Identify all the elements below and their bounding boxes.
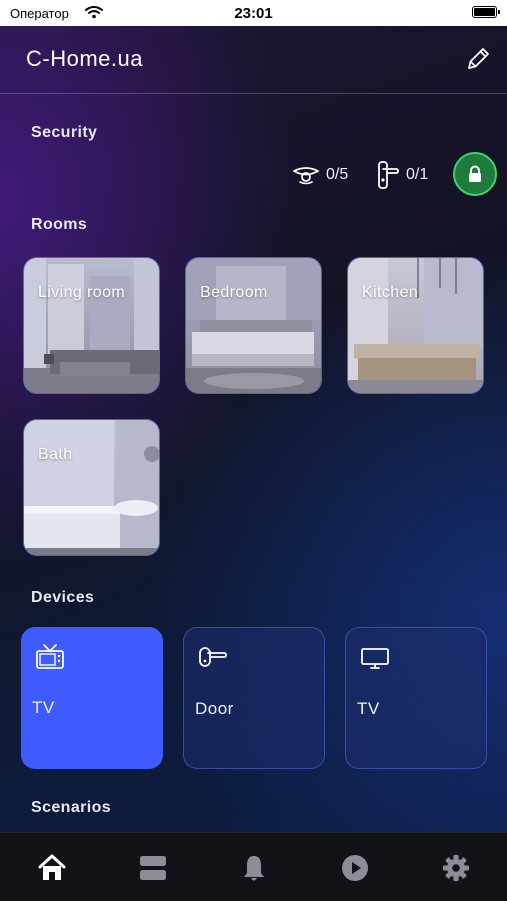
- tab-scenarios[interactable]: [338, 851, 372, 885]
- device-card-tv-2[interactable]: TV: [345, 627, 487, 769]
- security-section-title: Security: [31, 124, 98, 141]
- room-photo: [24, 420, 159, 555]
- tab-notifications[interactable]: [237, 851, 271, 885]
- clock: 23:01: [234, 5, 273, 22]
- room-photo: [24, 258, 159, 393]
- door-handle-icon: [199, 647, 227, 667]
- motion-sensor-icon: [293, 167, 319, 185]
- tab-settings[interactable]: [439, 851, 473, 885]
- app-title: C-Home.ua: [26, 46, 143, 71]
- scenarios-section-title: Scenarios: [31, 799, 112, 816]
- edit-button[interactable]: [463, 44, 493, 74]
- room-photo: [348, 258, 483, 393]
- devices-section-title: Devices: [31, 589, 95, 606]
- room-card-kitchen[interactable]: Kitchen: [347, 257, 484, 394]
- monitor-icon: [361, 648, 389, 669]
- locks-count: 0/1: [406, 166, 429, 183]
- app-header: C-Home.ua: [0, 26, 507, 94]
- room-photo: [186, 258, 321, 393]
- room-label: Bedroom: [200, 284, 268, 301]
- lock-icon: [469, 165, 481, 182]
- home-icon: [38, 854, 66, 880]
- status-bar: Оператор 23:01: [0, 0, 507, 26]
- bell-icon: [244, 856, 264, 881]
- tab-bar: [0, 832, 507, 901]
- security-lock-toggle[interactable]: [453, 152, 497, 196]
- security-locks[interactable]: 0/1: [376, 160, 428, 190]
- battery-icon: [472, 6, 500, 18]
- pencil-icon: [468, 48, 489, 69]
- gear-icon: [443, 855, 469, 881]
- tab-rooms[interactable]: [136, 851, 170, 885]
- device-card-door[interactable]: Door: [183, 627, 325, 769]
- device-label: TV: [32, 698, 55, 717]
- device-label: Door: [195, 699, 234, 718]
- room-card-bedroom[interactable]: Bedroom: [185, 257, 322, 394]
- play-icon: [342, 855, 368, 881]
- room-card-living-room[interactable]: Living room: [23, 257, 160, 394]
- tab-home[interactable]: [35, 851, 69, 885]
- room-label: Bath: [38, 446, 73, 463]
- door-handle-icon: [378, 161, 399, 189]
- list-icon: [140, 856, 166, 880]
- room-label: Living room: [38, 284, 126, 301]
- room-label: Kitchen: [362, 284, 419, 301]
- device-card-tv[interactable]: TV: [21, 627, 163, 769]
- rooms-section-title: Rooms: [31, 216, 88, 233]
- sensors-count: 0/5: [326, 166, 349, 183]
- room-card-bath[interactable]: Bath: [23, 419, 160, 556]
- security-sensors[interactable]: 0/5: [292, 160, 348, 190]
- tv-icon: [36, 644, 64, 669]
- device-label: TV: [357, 699, 380, 718]
